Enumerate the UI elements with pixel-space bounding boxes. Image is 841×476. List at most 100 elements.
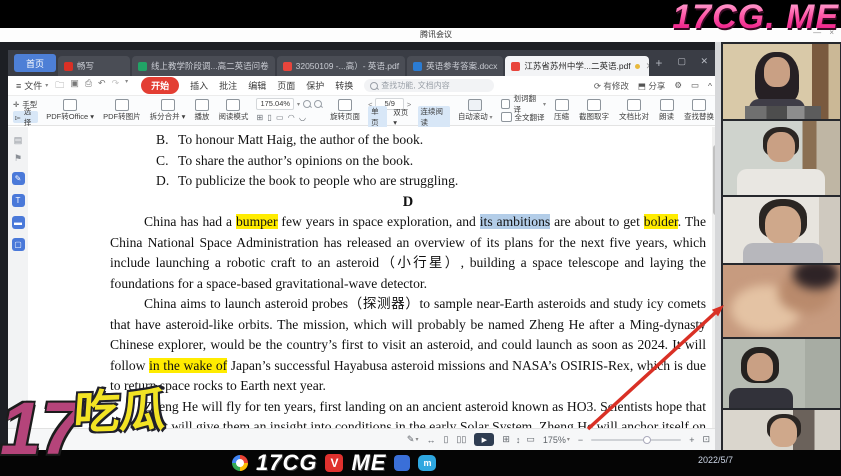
shape-tool-icon[interactable]: ▢ xyxy=(12,238,25,251)
video-app-icon[interactable]: V xyxy=(325,454,343,472)
ribbon-button-label: 朗读 xyxy=(659,111,674,122)
browser-tab[interactable]: 线上教学阶段调...高二英语问卷 xyxy=(132,56,275,76)
settings-gear-icon[interactable]: ⚙ xyxy=(674,80,682,91)
search-input[interactable]: 查找功能, 文档内容 xyxy=(364,79,494,92)
ribbon-button[interactable]: 拆分合并 ▾ xyxy=(148,97,188,124)
participant-video[interactable] xyxy=(723,121,840,195)
fit-width-icon[interactable]: ↔ xyxy=(426,435,435,445)
thumbnail-view-icon[interactable]: ⊞ xyxy=(502,434,510,445)
select-tool[interactable]: ▻选择 xyxy=(13,111,38,123)
zoom-slider[interactable] xyxy=(591,439,681,441)
tab-favicon xyxy=(138,62,147,71)
zoom-in-button[interactable]: + xyxy=(689,435,694,445)
ribbon-button[interactable]: 压缩 xyxy=(552,97,571,124)
ribbon-button[interactable]: PDF转Office ▾ xyxy=(44,97,96,124)
sync-status[interactable]: ⟳ 有修改 xyxy=(594,80,629,92)
zoom-slider-knob[interactable] xyxy=(643,436,651,444)
option-text: To publicize the book to people who are … xyxy=(178,173,458,188)
option-letter: B. xyxy=(156,130,178,151)
open-icon[interactable]: 🗀 xyxy=(55,78,64,94)
menu-tab-开始[interactable]: 开始 xyxy=(141,77,179,94)
rotate-page-button[interactable]: 旋转页面 xyxy=(328,97,362,124)
text-tool-icon[interactable]: T xyxy=(12,194,25,207)
ribbon-button[interactable]: 朗读 xyxy=(657,97,676,124)
view-mode-button[interactable]: 双页 ▾ xyxy=(390,107,414,127)
system-date: 2022/5/7 xyxy=(698,455,733,465)
redo-icon[interactable]: ↷ xyxy=(112,78,120,94)
ribbon-button[interactable]: 截图取字 xyxy=(577,97,611,124)
participant-video-sidebar xyxy=(715,42,841,450)
tab-label: 32050109 -...高）- 英语.pdf xyxy=(296,60,399,72)
ribbon-button[interactable]: 查找替换 xyxy=(682,97,716,124)
menu-tab-保护[interactable]: 保护 xyxy=(306,79,324,92)
menu-tab-批注[interactable]: 批注 xyxy=(219,79,237,92)
participant-video[interactable] xyxy=(723,197,840,263)
translate-icon xyxy=(501,99,511,109)
share-button[interactable]: ⬒ 分享 xyxy=(638,80,665,92)
menu-tab-页面[interactable]: 页面 xyxy=(277,79,295,92)
participant-body xyxy=(729,388,793,408)
word-translate-button[interactable]: 划词翻译▾ xyxy=(501,98,547,110)
sidebar-rail[interactable] xyxy=(715,42,721,450)
home-tab-button[interactable]: 首页 xyxy=(14,54,56,72)
menu-tab-编辑[interactable]: 编辑 xyxy=(248,79,266,92)
ribbon-button[interactable]: 播放 xyxy=(192,97,211,124)
watermark-bottom-left-text: 17CG xyxy=(256,450,317,476)
ribbon-button[interactable]: PDF转图片 xyxy=(101,97,143,124)
view-mode-button[interactable]: 连续阅读 xyxy=(418,106,450,128)
participant-video[interactable] xyxy=(723,44,840,119)
zoom-out-icon[interactable] xyxy=(303,100,311,108)
menu-tab-转换[interactable]: 转换 xyxy=(335,79,353,92)
browser-tab[interactable]: 畅写 xyxy=(58,56,130,76)
sync-icon: ⟳ xyxy=(594,81,603,91)
undo-icon[interactable]: ↶ xyxy=(98,78,106,94)
zoom-out-button[interactable]: − xyxy=(578,435,583,445)
browser-tab[interactable]: 英语参考答案.docx xyxy=(407,56,503,76)
ribbon-button[interactable]: 文档比对 xyxy=(617,97,651,124)
new-tab-button[interactable]: + xyxy=(655,56,662,70)
comment-icon[interactable]: ▭ xyxy=(691,80,699,91)
print-icon[interactable]: ⎙ xyxy=(85,78,92,94)
zoom-level-select[interactable]: 175.04% xyxy=(256,98,294,110)
present-play-button[interactable]: ▶ xyxy=(474,433,494,446)
paragraph: Zheng He will fly for ten years, first l… xyxy=(110,397,706,429)
highlight-tool-icon[interactable]: ▬ xyxy=(12,216,25,229)
fullscreen-icon[interactable]: ⊡ xyxy=(702,434,710,445)
menu-tab-插入[interactable]: 插入 xyxy=(190,79,208,92)
browser-tab[interactable]: 江苏省苏州中学...二英语.pdf✕ xyxy=(505,56,649,76)
autoscroll-button[interactable]: 自动滚动 ▾ xyxy=(456,97,495,124)
ribbon-button-label: PDF转图片 xyxy=(103,111,141,122)
outline-icon[interactable]: ▤ xyxy=(14,136,23,145)
browser-tab[interactable]: 32050109 -...高）- 英语.pdf xyxy=(277,56,405,76)
double-page-icon[interactable]: ▯▯ xyxy=(456,434,466,445)
view-mode-button[interactable]: 单页 xyxy=(368,106,387,128)
comment-tool-icon[interactable]: ✎ xyxy=(12,172,25,185)
collapse-ribbon-button[interactable]: ^ xyxy=(708,81,712,91)
annotate-icon[interactable]: ✎▾ xyxy=(407,434,419,445)
rotate-icon xyxy=(338,99,352,111)
docs-app-icon[interactable] xyxy=(394,455,410,471)
single-page-icon[interactable]: ▯ xyxy=(443,434,448,445)
browser-window-controls[interactable]: ▢ ✕ xyxy=(677,56,714,67)
bookmark-icon[interactable]: ⚑ xyxy=(14,154,22,163)
tab-label: 英语参考答案.docx xyxy=(426,60,497,72)
zoom-percent-label[interactable]: 175%▾ xyxy=(543,435,570,445)
ribbon-button[interactable]: 阅读模式 xyxy=(216,97,250,124)
more-icon[interactable]: ▾ xyxy=(125,78,128,94)
fit-view-buttons[interactable]: ⊞ ▯ ▭ ◠ ◡ xyxy=(256,111,322,123)
ribbon-button-label: 压缩 xyxy=(554,111,569,122)
save-icon[interactable]: ▣ xyxy=(70,78,79,94)
participant-body xyxy=(743,243,823,263)
participant-video[interactable] xyxy=(723,265,840,337)
participant-face xyxy=(770,418,797,447)
participant-video[interactable] xyxy=(723,339,840,408)
zoom-in-icon[interactable] xyxy=(314,100,322,108)
tab-close-icon[interactable]: ✕ xyxy=(646,61,650,72)
meeting-app-icon[interactable]: m xyxy=(418,455,436,471)
fit-height-icon[interactable]: ↕ xyxy=(516,435,521,445)
chrome-icon[interactable] xyxy=(232,455,248,471)
pdf-page[interactable]: B.To honour Matt Haig, the author of the… xyxy=(28,127,712,428)
fit-page-icon[interactable]: ▭ xyxy=(526,434,535,445)
file-menu[interactable]: ≡ 文件 ▾ xyxy=(16,79,48,92)
full-translate-button[interactable]: 全文翻译 xyxy=(501,111,547,123)
